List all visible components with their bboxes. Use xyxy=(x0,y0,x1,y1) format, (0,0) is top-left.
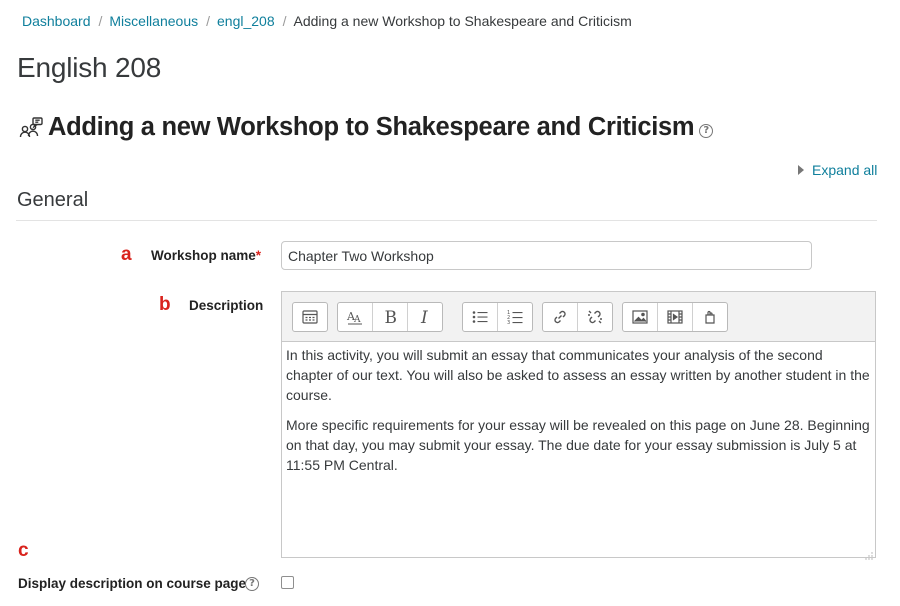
toolbar-group-collapse xyxy=(292,302,328,332)
resize-grip-icon[interactable] xyxy=(865,547,873,560)
toolbar-group-media xyxy=(622,302,728,332)
description-editor[interactable]: AA B I 123 In this activity, you will su… xyxy=(281,291,876,560)
expand-all-link[interactable]: Expand all xyxy=(798,162,877,178)
toolbar-group-lists: 123 xyxy=(462,302,533,332)
media-icon[interactable] xyxy=(657,303,692,331)
workshop-icon xyxy=(18,115,44,141)
breadcrumb: Dashboard / Miscellaneous / engl_208 / Adding … xyxy=(22,13,632,29)
page-title: Adding a new Workshop to Shakespeare and… xyxy=(48,113,695,141)
required-asterisk: * xyxy=(255,248,262,263)
section-divider xyxy=(16,220,877,221)
breadcrumb-current: Adding a new Workshop to Shakespeare and… xyxy=(293,13,632,29)
manage-files-icon[interactable] xyxy=(692,303,727,331)
workshop-name-value: Chapter Two Workshop xyxy=(288,247,434,264)
workshop-name-label: Workshop name* xyxy=(151,248,261,263)
numbered-list-icon[interactable]: 123 xyxy=(497,303,532,331)
editor-toolbar: AA B I 123 xyxy=(282,292,875,342)
help-icon[interactable]: ? xyxy=(699,123,714,138)
annotation-marker-b: b xyxy=(159,294,171,315)
link-icon[interactable] xyxy=(543,303,577,331)
annotation-marker-a: a xyxy=(121,244,132,265)
breadcrumb-separator: / xyxy=(206,13,210,29)
annotation-marker-c: c xyxy=(18,540,29,561)
toolbar-group-format: AA B I xyxy=(337,302,443,332)
breadcrumb-engl-208[interactable]: engl_208 xyxy=(217,13,275,29)
bullet-list-icon[interactable] xyxy=(463,303,497,331)
svg-text:B: B xyxy=(385,309,398,325)
image-icon[interactable] xyxy=(623,303,657,331)
unlink-icon[interactable] xyxy=(577,303,612,331)
display-description-label: Display description on course page xyxy=(18,576,247,591)
bold-icon[interactable]: B xyxy=(372,303,407,331)
workshop-name-label-text: Workshop name xyxy=(151,248,256,263)
workshop-name-input[interactable]: Chapter Two Workshop xyxy=(281,241,812,270)
description-paragraph: In this activity, you will submit an ess… xyxy=(286,347,870,403)
display-description-checkbox[interactable] xyxy=(281,576,294,589)
svg-text:3: 3 xyxy=(507,320,510,325)
editor-content-area[interactable]: In this activity, you will submit an ess… xyxy=(286,345,871,485)
breadcrumb-miscellaneous[interactable]: Miscellaneous xyxy=(109,13,198,29)
help-icon[interactable]: ? xyxy=(245,577,259,591)
breadcrumb-separator: / xyxy=(282,13,287,29)
italic-icon[interactable]: I xyxy=(407,303,442,331)
course-title: English 208 xyxy=(17,52,162,83)
breadcrumb-separator: / xyxy=(98,13,103,29)
section-general-title[interactable]: General xyxy=(17,189,88,212)
description-paragraph: More specific requirements for your essa… xyxy=(286,417,870,473)
toolbar-group-links xyxy=(542,302,613,332)
breadcrumb-dashboard[interactable]: Dashboard xyxy=(22,13,91,29)
page-heading: Adding a new Workshop to Shakespeare and… xyxy=(18,113,714,142)
caret-right-icon xyxy=(798,165,804,175)
collapse-toolbar-icon[interactable] xyxy=(293,303,327,331)
description-label: Description xyxy=(189,298,264,313)
svg-text:I: I xyxy=(420,309,428,325)
expand-all-label: Expand all xyxy=(812,162,878,178)
font-size-icon[interactable]: AA xyxy=(338,303,372,331)
